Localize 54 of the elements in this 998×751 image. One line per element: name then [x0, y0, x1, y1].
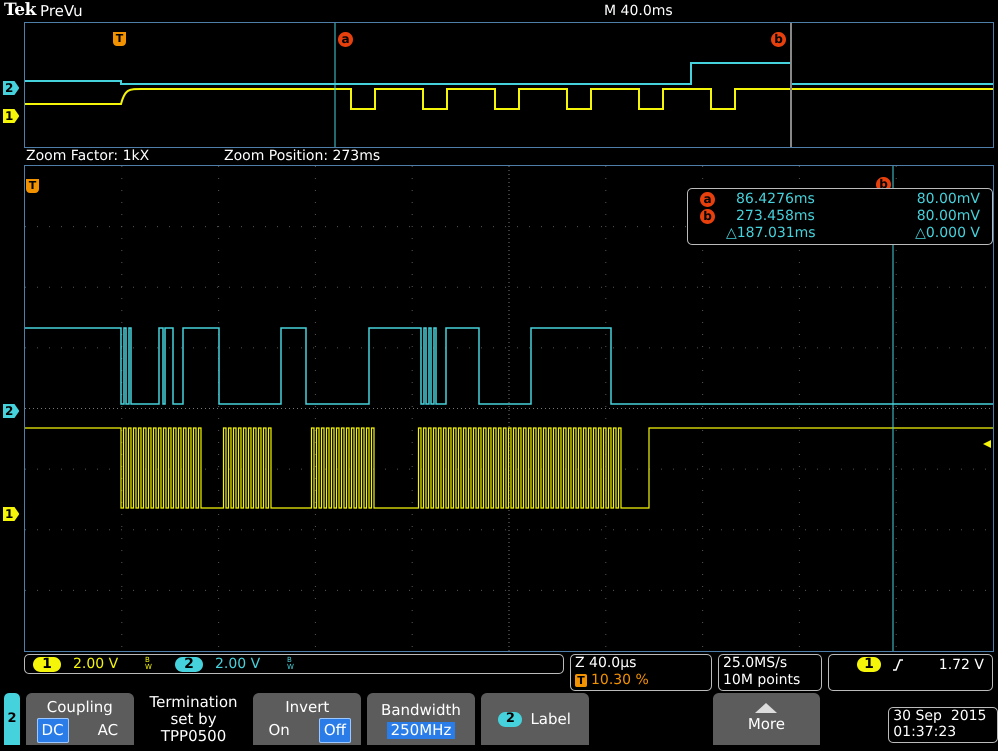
cursor-time: 86.4276ms — [735, 191, 816, 208]
arrow-left-icon — [983, 440, 991, 448]
mode-label: PreVu — [40, 0, 84, 22]
channel-scale: 2.00 V — [73, 656, 120, 672]
cursor-marker: b — [700, 208, 715, 224]
channel-badge: 2 — [175, 656, 203, 672]
channel-marker: 2 — [3, 404, 20, 418]
trigger-marker: T — [113, 32, 126, 46]
cursor-marker: a — [338, 32, 353, 46]
channel-badge: 1 — [33, 656, 61, 672]
menu-button[interactable]: Invert On Off — [253, 693, 362, 745]
date: 30 Sep 2015 — [893, 708, 988, 724]
time: 01:37:23 — [893, 724, 958, 740]
record-length: 10M points — [723, 672, 802, 689]
trigger-level: 1.72 V — [938, 657, 984, 674]
cursor-time: 273.458ms — [735, 208, 816, 225]
cursor-voltage: 80.00mV — [916, 191, 980, 208]
cursor-voltage: △0.000 V — [915, 225, 980, 242]
menu-button-label: Coupling — [46, 696, 113, 718]
termination-text: Termination set by TPP0500 — [148, 694, 239, 744]
trigger-marker: T — [26, 178, 39, 192]
trigger-source-badge: 1 — [857, 657, 881, 672]
up-triangle-icon — [755, 702, 778, 713]
menu-button-label: Label — [530, 708, 571, 730]
channel-marker: 2 — [3, 81, 20, 95]
menu-button[interactable]: Coupling DC AC — [26, 693, 134, 745]
option-toggle[interactable]: DC — [36, 718, 69, 742]
trigger-badge: T — [575, 674, 587, 687]
more-button[interactable]: More — [712, 693, 820, 745]
menu-button-label: Bandwidth — [381, 700, 461, 722]
channel-marker: 1 — [3, 507, 20, 521]
menu-button[interactable]: 2 Label — [480, 693, 589, 745]
sample-rate: 25.0MS/s — [723, 655, 788, 672]
cursor-marker: a — [700, 192, 715, 206]
brand-logo: Tek — [4, 0, 36, 22]
option-toggle[interactable]: AC — [92, 718, 124, 742]
channel-tab[interactable]: 2 — [4, 693, 20, 745]
zoom-scale: Z 40.0µs — [575, 655, 638, 672]
rising-edge-icon — [893, 659, 903, 671]
timebase-label: M 40.0ms — [604, 2, 673, 20]
cursor-time: △187.031ms — [726, 225, 817, 242]
bandwidth-value: 250MHz — [386, 722, 456, 739]
channel-scale: 2.00 V — [215, 656, 262, 672]
option-toggle[interactable]: On — [264, 718, 295, 742]
cursor-voltage: 80.00mV — [916, 208, 980, 225]
channel-badge: 2 — [498, 712, 522, 726]
menu-button[interactable]: Bandwidth 250MHz — [367, 693, 475, 745]
option-toggle[interactable]: Off — [318, 718, 351, 742]
menu-button-label: Invert — [285, 696, 330, 718]
channel-marker: 1 — [3, 109, 20, 123]
trigger-position: 10.30 % — [591, 672, 649, 689]
cursor-marker: b — [771, 32, 786, 46]
zoom-position: Zoom Position: 273ms — [224, 147, 380, 166]
zoom-factor: Zoom Factor: 1kX — [26, 147, 150, 166]
